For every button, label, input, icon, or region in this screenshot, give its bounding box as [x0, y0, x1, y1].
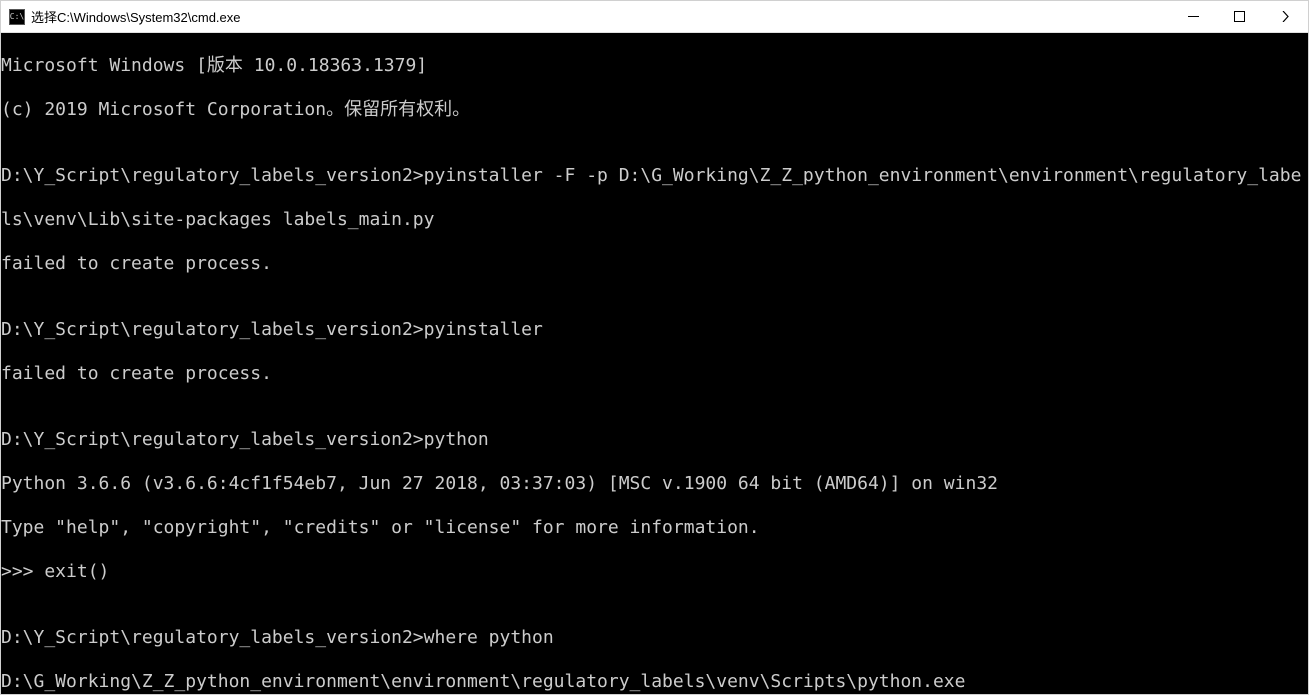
terminal-line: Python 3.6.6 (v3.6.6:4cf1f54eb7, Jun 27 …	[1, 473, 1308, 495]
terminal-line: failed to create process.	[1, 363, 1308, 385]
terminal-line: >>> exit()	[1, 561, 1308, 583]
window-controls	[1170, 1, 1308, 32]
terminal-line: D:\Y_Script\regulatory_labels_version2>p…	[1, 429, 1308, 451]
next-button[interactable]	[1262, 1, 1308, 32]
chevron-right-icon	[1280, 11, 1291, 22]
terminal-line: D:\Y_Script\regulatory_labels_version2>w…	[1, 627, 1308, 649]
cmd-icon: C:\	[9, 9, 25, 25]
minimize-button[interactable]	[1170, 1, 1216, 32]
terminal-output[interactable]: Microsoft Windows [版本 10.0.18363.1379] (…	[1, 33, 1308, 694]
terminal-line: D:\Y_Script\regulatory_labels_version2>p…	[1, 319, 1308, 341]
terminal-line: (c) 2019 Microsoft Corporation。保留所有权利。	[1, 99, 1308, 121]
terminal-line: ls\venv\Lib\site-packages labels_main.py	[1, 209, 1308, 231]
terminal-line: D:\Y_Script\regulatory_labels_version2>p…	[1, 165, 1308, 187]
terminal-line: Microsoft Windows [版本 10.0.18363.1379]	[1, 55, 1308, 77]
maximize-button[interactable]	[1216, 1, 1262, 32]
window-title: 选择C:\Windows\System32\cmd.exe	[31, 7, 1170, 26]
terminal-line: D:\G_Working\Z_Z_python_environment\envi…	[1, 671, 1308, 693]
terminal-line: Type "help", "copyright", "credits" or "…	[1, 517, 1308, 539]
maximize-icon	[1234, 11, 1245, 22]
minimize-icon	[1188, 11, 1199, 22]
cmd-window: C:\ 选择C:\Windows\System32\cmd.exe Micros…	[0, 0, 1309, 695]
terminal-line: failed to create process.	[1, 253, 1308, 275]
titlebar[interactable]: C:\ 选择C:\Windows\System32\cmd.exe	[1, 1, 1308, 33]
